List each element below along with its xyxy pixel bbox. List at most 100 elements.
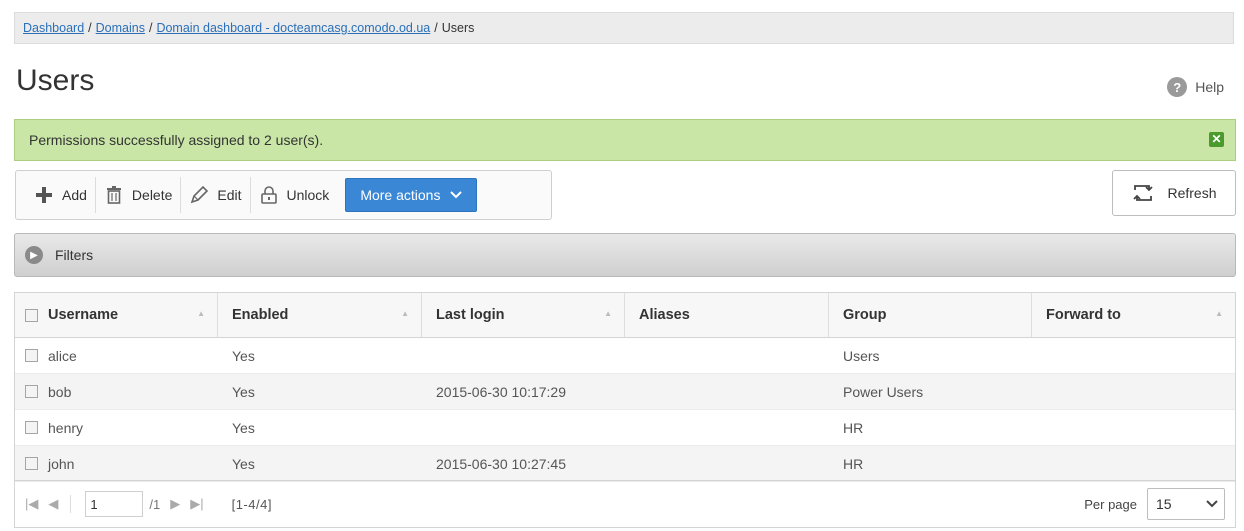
row-checkbox[interactable]	[25, 421, 38, 434]
alert-message: Permissions successfully assigned to 2 u…	[29, 132, 324, 148]
aliases-cell	[625, 446, 829, 481]
record-range: [1-4/4]	[231, 496, 272, 512]
column-header-last-login[interactable]: Last login ▲	[422, 293, 625, 337]
breadcrumb-link-domains[interactable]: Domains	[96, 21, 145, 35]
page-number-input[interactable]	[85, 491, 144, 517]
username-cell: henry	[15, 410, 218, 445]
plus-icon	[36, 187, 52, 203]
add-label: Add	[62, 187, 87, 203]
prev-page-icon[interactable]: ◀	[48, 496, 58, 512]
username: john	[48, 455, 75, 472]
chevron-down-icon	[450, 191, 463, 199]
group-cell: HR	[843, 419, 864, 436]
breadcrumb-current: Users	[441, 21, 475, 35]
aliases-cell	[625, 338, 829, 373]
next-page-icon[interactable]: ▶	[170, 496, 180, 512]
sort-icon: ▲	[401, 309, 409, 318]
enabled-cell: Yes	[232, 383, 255, 400]
unlock-button[interactable]: Unlock	[251, 177, 338, 213]
forward-to-cell	[1032, 410, 1235, 445]
more-actions-dropdown[interactable]: More actions	[345, 178, 478, 212]
last-login-cell	[422, 338, 625, 373]
chevron-down-icon	[1206, 500, 1218, 508]
column-label: Username	[48, 307, 119, 323]
breadcrumb-separator: /	[88, 21, 92, 35]
column-label: Last login	[436, 307, 505, 323]
aliases-cell	[625, 410, 829, 445]
column-label: Enabled	[232, 307, 289, 323]
sort-icon: ▲	[604, 309, 612, 318]
row-checkbox[interactable]	[25, 385, 38, 398]
delete-button[interactable]: Delete	[96, 177, 180, 213]
table-row[interactable]: alice Yes Users	[15, 338, 1235, 374]
help-icon: ?	[1167, 77, 1188, 97]
enabled-cell: Yes	[232, 455, 255, 472]
per-page-value: 15	[1156, 496, 1172, 512]
row-checkbox[interactable]	[25, 349, 38, 362]
username: henry	[48, 419, 84, 436]
group-cell: HR	[843, 455, 864, 472]
username: alice	[48, 347, 77, 364]
breadcrumb: Dashboard / Domains / Domain dashboard -…	[14, 12, 1234, 44]
username-cell: john	[15, 446, 218, 481]
unlock-label: Unlock	[286, 187, 330, 203]
table-row[interactable]: john Yes 2015-06-30 10:27:45 HR	[15, 446, 1235, 482]
per-page-select[interactable]: 15	[1147, 488, 1225, 520]
pencil-icon	[191, 185, 209, 204]
sort-icon: ▲	[197, 309, 205, 318]
breadcrumb-link-domain-dashboard[interactable]: Domain dashboard - docteamcasg.comodo.od…	[156, 21, 430, 35]
breadcrumb-separator: /	[434, 21, 438, 35]
table-row[interactable]: bob Yes 2015-06-30 10:17:29 Power Users	[15, 374, 1235, 410]
refresh-icon	[1133, 185, 1154, 201]
chevron-right-icon: ▶	[25, 246, 43, 264]
filters-label: Filters	[55, 247, 94, 263]
more-actions-label: More actions	[360, 187, 441, 203]
last-page-icon[interactable]: ▶|	[190, 496, 203, 512]
username-cell: alice	[15, 338, 218, 373]
first-page-icon[interactable]: |◀	[25, 496, 38, 512]
last-login-cell: 2015-06-30 10:27:45	[436, 455, 566, 472]
column-label: Group	[843, 307, 887, 323]
enabled-cell: Yes	[232, 347, 255, 364]
username: bob	[48, 383, 72, 400]
refresh-button[interactable]: Refresh	[1112, 170, 1236, 216]
pager-divider	[70, 495, 72, 513]
column-header-forward-to[interactable]: Forward to ▲	[1032, 293, 1235, 337]
edit-label: Edit	[217, 187, 242, 203]
column-header-enabled[interactable]: Enabled ▲	[218, 293, 422, 337]
forward-to-cell	[1032, 446, 1235, 481]
breadcrumb-separator: /	[148, 21, 153, 35]
column-header-username[interactable]: Username ▲	[15, 293, 218, 337]
trash-icon	[106, 186, 121, 204]
filters-panel-toggle[interactable]: ▶ Filters	[14, 233, 1236, 277]
page-title: Users	[16, 64, 95, 97]
sort-icon: ▲	[1215, 309, 1223, 318]
enabled-cell: Yes	[232, 419, 255, 436]
column-header-aliases[interactable]: Aliases	[625, 293, 829, 337]
refresh-label: Refresh	[1167, 185, 1217, 201]
column-label: Forward to	[1046, 307, 1121, 323]
delete-label: Delete	[131, 187, 173, 203]
select-all-checkbox[interactable]	[25, 308, 38, 322]
breadcrumb-link-dashboard[interactable]: Dashboard	[23, 21, 84, 35]
column-header-group[interactable]: Group	[829, 293, 1032, 337]
last-login-cell	[422, 410, 625, 445]
group-cell: Power Users	[843, 383, 924, 400]
forward-to-cell	[1032, 374, 1235, 409]
table-row[interactable]: henry Yes HR	[15, 410, 1235, 446]
forward-to-cell	[1032, 338, 1235, 373]
username-cell: bob	[15, 374, 218, 409]
row-checkbox[interactable]	[25, 457, 38, 470]
help-link[interactable]: ? Help	[1167, 77, 1224, 97]
unlock-icon	[260, 186, 277, 204]
per-page-label: Per page	[1084, 496, 1137, 512]
success-alert: Permissions successfully assigned to 2 u…	[14, 119, 1236, 161]
add-button[interactable]: Add	[26, 177, 95, 213]
column-label: Aliases	[639, 307, 690, 323]
edit-button[interactable]: Edit	[181, 177, 249, 213]
last-login-cell: 2015-06-30 10:17:29	[436, 383, 566, 400]
table-header: Username ▲ Enabled ▲ Last login ▲ Aliase…	[15, 293, 1235, 338]
help-label: Help	[1195, 79, 1224, 95]
close-icon[interactable]: ✕	[1209, 132, 1224, 147]
page-total: /1	[149, 496, 161, 512]
